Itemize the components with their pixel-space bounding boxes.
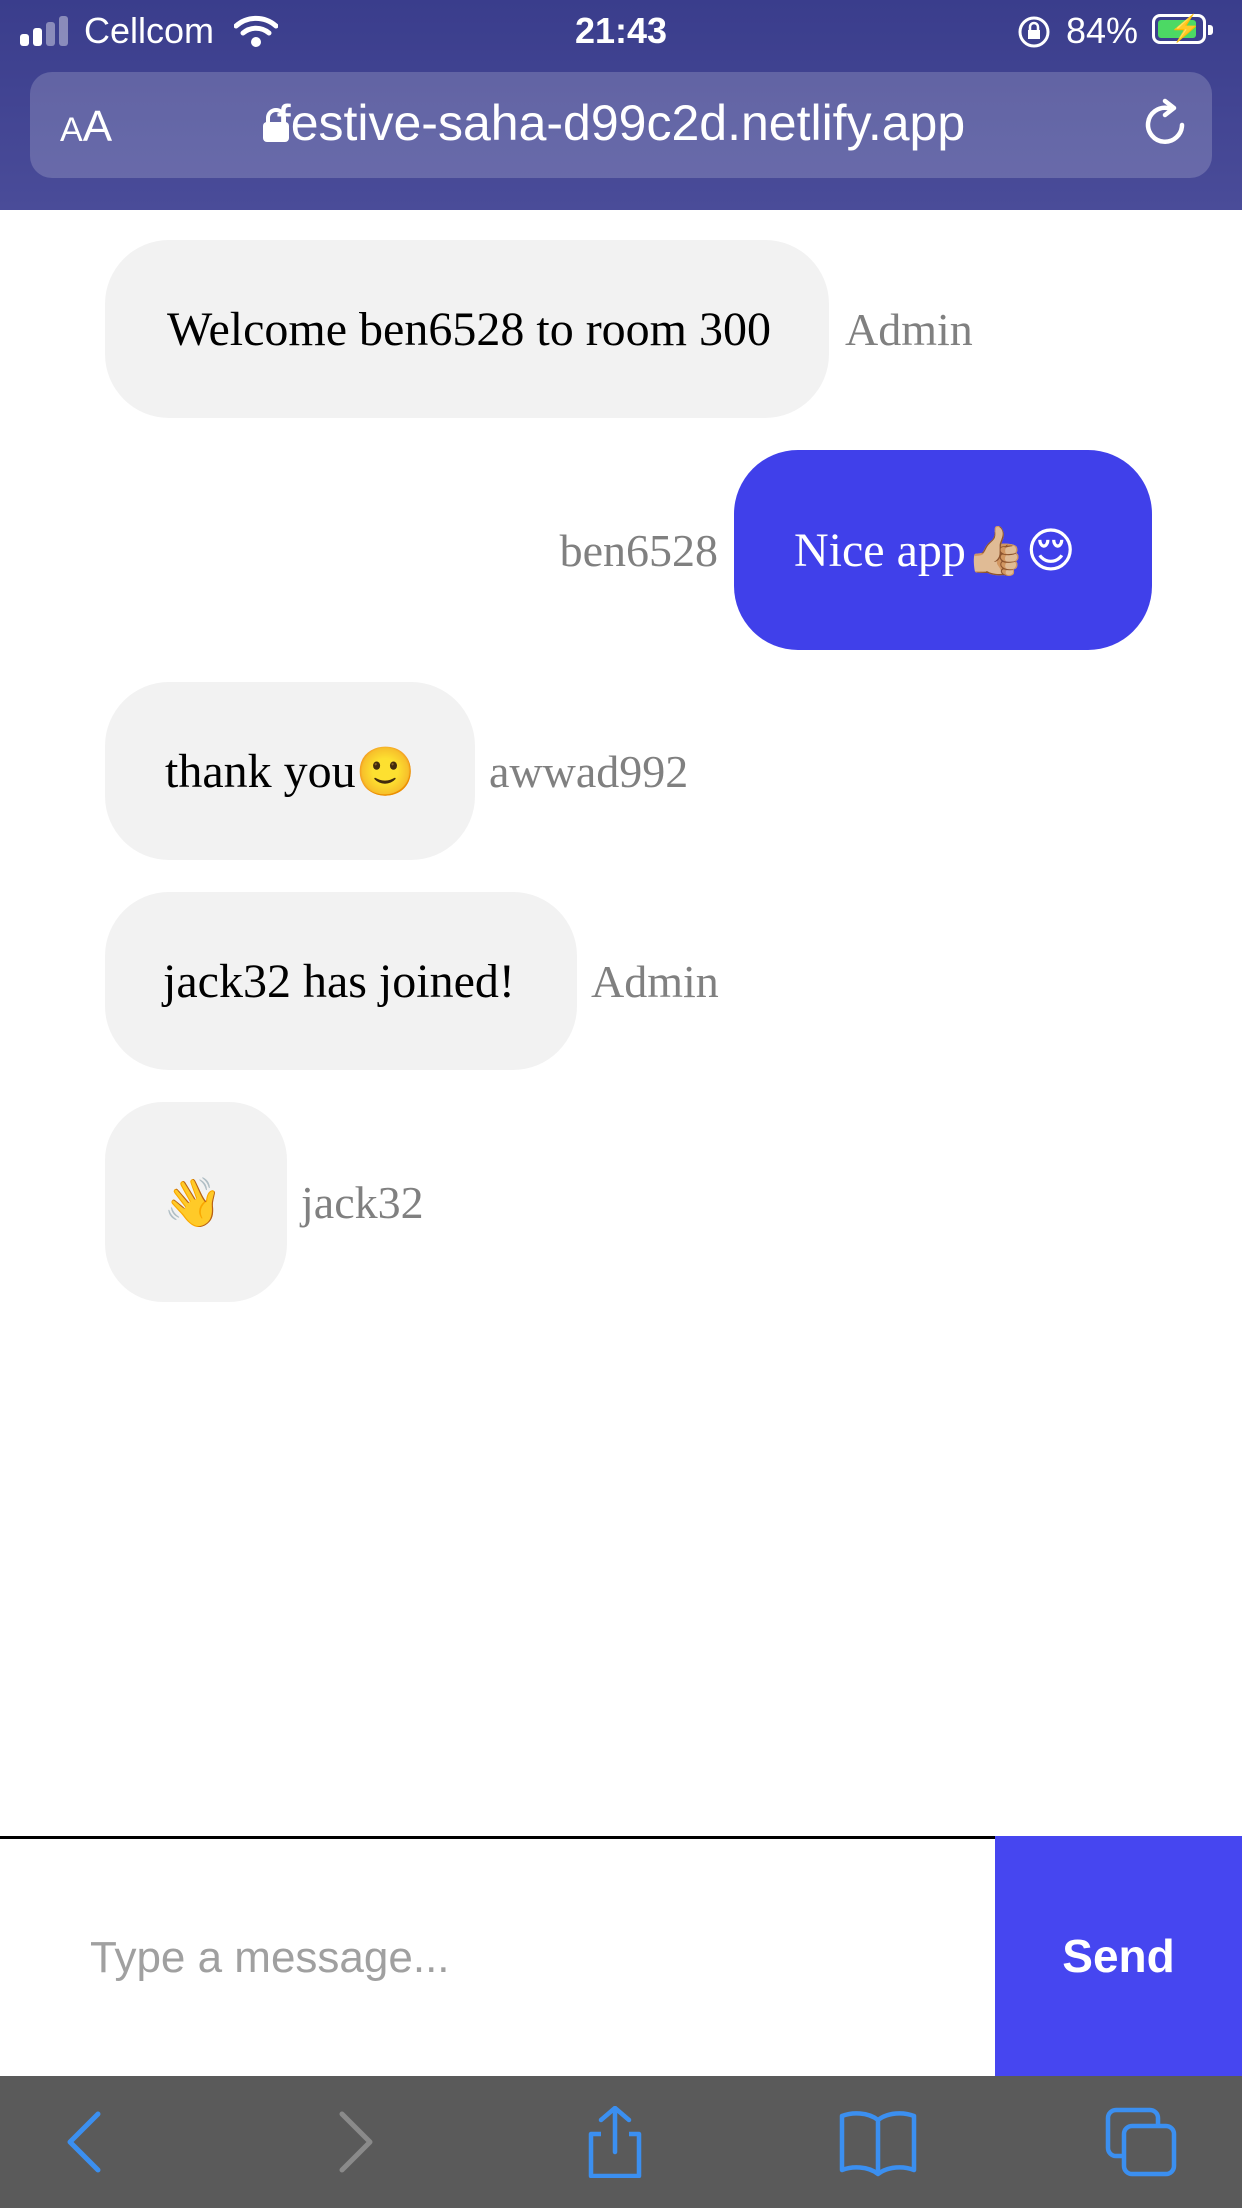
- message-text: Welcome ben6528 to room 300: [167, 302, 772, 356]
- status-bar: Cellcom 21:43 84% ⚡: [0, 0, 1242, 64]
- message-row-own: ben6528 Nice app 👍🏼😌: [560, 450, 1152, 650]
- message-bubble: thank you 🙂: [105, 682, 475, 860]
- message-sender: Admin: [591, 955, 719, 1007]
- back-icon[interactable]: [46, 2106, 126, 2178]
- message-text: Nice app: [794, 523, 966, 577]
- message-sender: Admin: [845, 303, 973, 355]
- message-row: 👋 jack32: [105, 1102, 424, 1302]
- message-bubble: Welcome ben6528 to room 300: [105, 240, 829, 418]
- message-row: jack32 has joined! Admin: [105, 892, 719, 1070]
- bookmarks-icon[interactable]: [838, 2106, 918, 2178]
- message-input[interactable]: [0, 1839, 995, 2076]
- battery-percent: 84%: [1066, 10, 1139, 51]
- browser-toolbar: [0, 2076, 1242, 2208]
- message-bubble: jack32 has joined!: [105, 892, 577, 1070]
- message-emoji: 👍🏼😌: [965, 522, 1076, 579]
- message-composer: Send: [0, 1836, 1242, 2076]
- message-bubble: 👋: [105, 1102, 287, 1302]
- url-text: festive-saha-d99c2d.netlify.app: [276, 95, 966, 151]
- message-text: thank you: [165, 744, 356, 798]
- address-bar[interactable]: AA festive-saha-d99c2d.netlify.app: [30, 72, 1212, 178]
- message-bubble: Nice app 👍🏼😌: [734, 450, 1152, 650]
- message-row: thank you 🙂 awwad992: [105, 682, 688, 860]
- message-sender: awwad992: [489, 745, 689, 797]
- browser-chrome: Cellcom 21:43 84% ⚡ AA festive-saha-d99c…: [0, 0, 1242, 210]
- charging-bolt-icon: ⚡: [1169, 13, 1202, 43]
- send-button[interactable]: Send: [995, 1836, 1242, 2076]
- battery-icon: ⚡: [1152, 13, 1213, 44]
- forward-icon[interactable]: [314, 2106, 394, 2178]
- wave-emoji: 👋: [163, 1174, 223, 1231]
- chat-messages[interactable]: Welcome ben6528 to room 300 Admin ben652…: [0, 210, 1242, 1836]
- tabs-icon[interactable]: [1102, 2106, 1182, 2178]
- reload-icon[interactable]: [1138, 98, 1192, 152]
- orientation-lock-icon: [1018, 16, 1050, 48]
- share-icon[interactable]: [575, 2106, 655, 2178]
- message-text: jack32 has joined!: [163, 954, 515, 1008]
- message-row: Welcome ben6528 to room 300 Admin: [105, 240, 973, 418]
- clock: 21:43: [574, 10, 668, 51]
- message-sender: ben6528: [559, 524, 718, 576]
- message-sender: jack32: [301, 1176, 424, 1228]
- message-emoji: 🙂: [355, 743, 416, 800]
